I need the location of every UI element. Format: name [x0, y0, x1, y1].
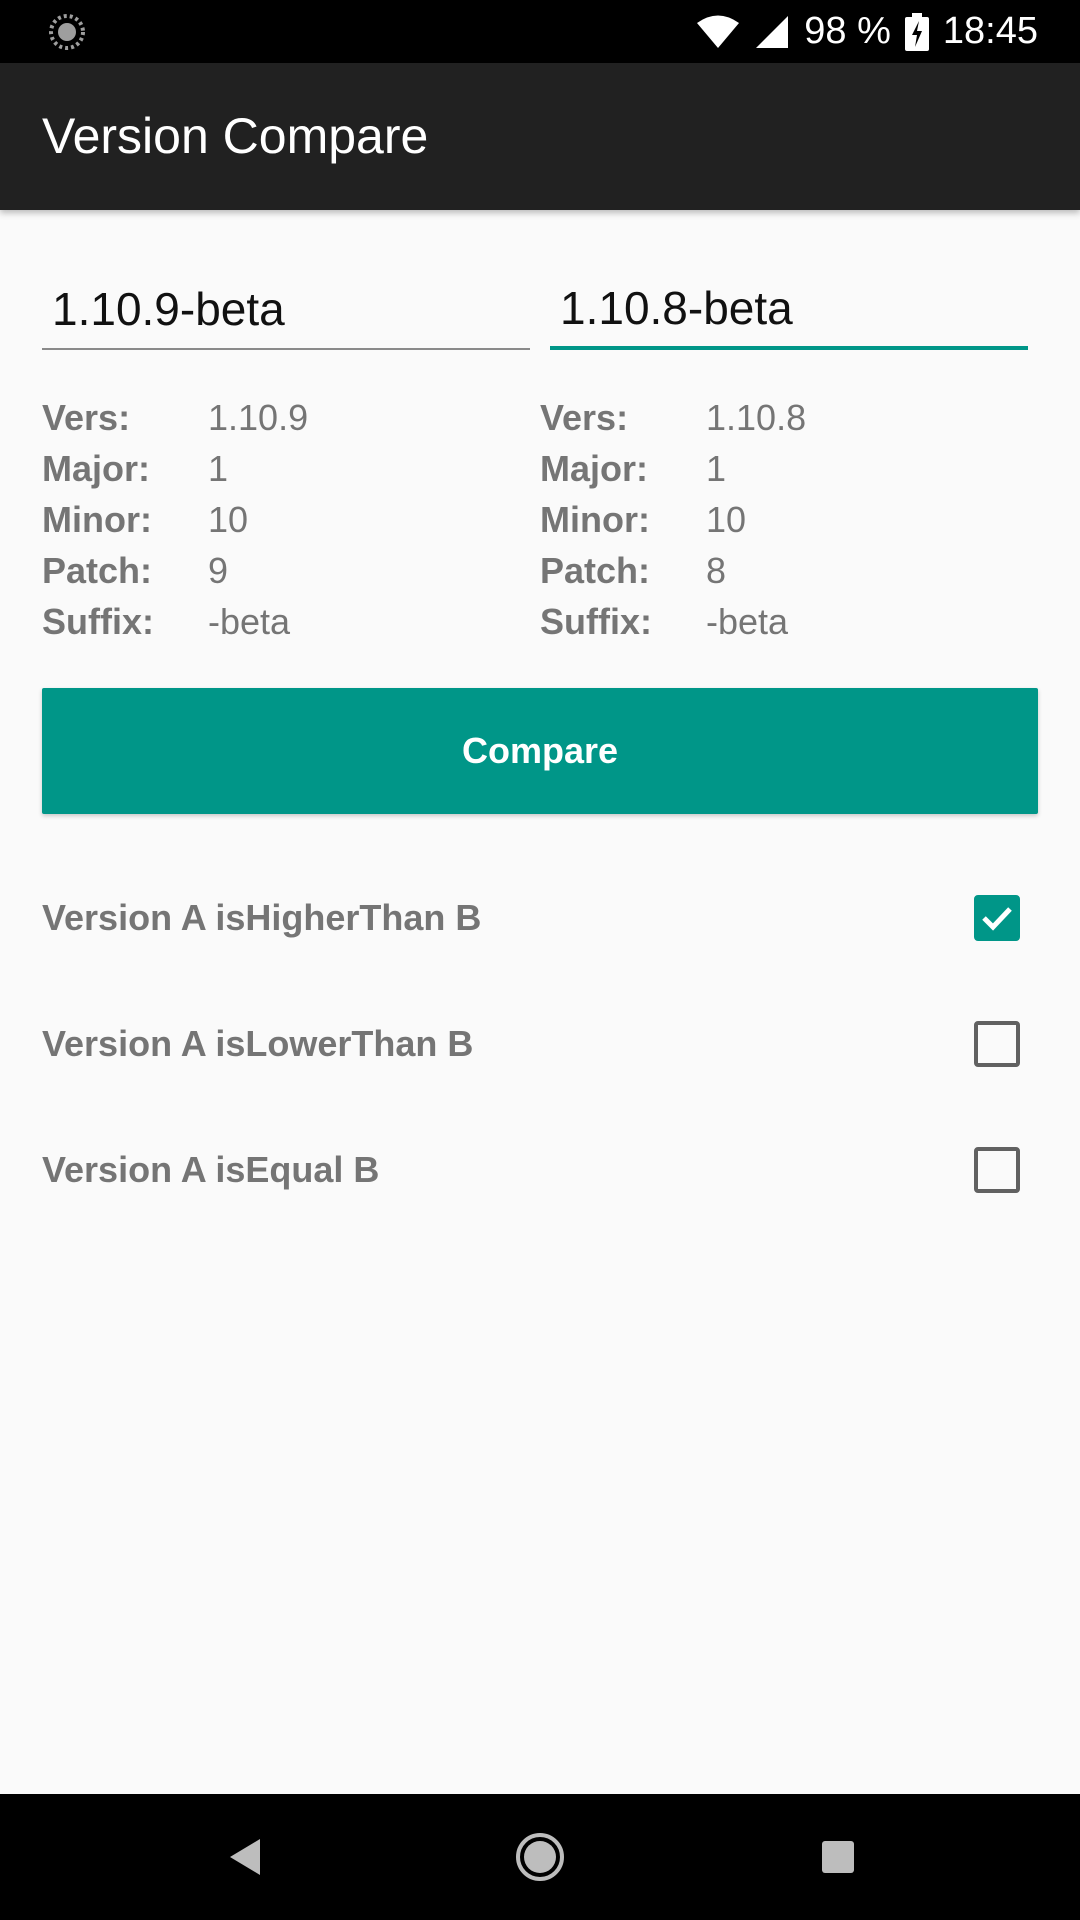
screen: 98 % 18:45 Version Compare Vers: 1.10.9 … — [0, 0, 1080, 1920]
info-value: 1.10.9 — [208, 396, 309, 438]
result-higher-checkbox[interactable] — [974, 895, 1020, 941]
app-bar: Version Compare — [0, 63, 1080, 210]
info-value: 1 — [208, 447, 229, 489]
result-higher-row[interactable]: Version A isHigherThan B — [42, 878, 1038, 958]
navigation-bar — [0, 1794, 1080, 1920]
info-value: 10 — [208, 498, 249, 540]
result-higher-label: Version A isHigherThan B — [42, 897, 482, 938]
info-row-major: Major: 1 — [42, 443, 492, 494]
info-label: Suffix: — [42, 600, 154, 642]
result-lower-row[interactable]: Version A isLowerThan B — [42, 1004, 1038, 1084]
back-icon[interactable] — [218, 1827, 278, 1887]
info-value: 9 — [208, 549, 229, 591]
result-equal-checkbox[interactable] — [974, 1147, 1020, 1193]
info-value: 8 — [706, 549, 727, 591]
version-b-input[interactable] — [550, 270, 1028, 350]
info-row-vers: Vers: 1.10.8 — [540, 392, 990, 443]
info-label: Vers: — [540, 396, 629, 438]
info-value: 10 — [706, 498, 747, 540]
info-label: Suffix: — [540, 600, 652, 642]
info-row-major: Major: 1 — [540, 443, 990, 494]
info-row-patch: Patch: 8 — [540, 545, 990, 596]
info-row-minor: Minor: 10 — [540, 494, 990, 545]
status-bar: 98 % 18:45 — [0, 0, 1080, 63]
info-label: Patch: — [540, 549, 651, 591]
result-equal-label: Version A isEqual B — [42, 1149, 380, 1190]
status-time: 18:45 — [942, 10, 1038, 52]
result-lower-label: Version A isLowerThan B — [42, 1023, 474, 1064]
battery-percent: 98 % — [804, 10, 891, 52]
version-b-info: Vers: 1.10.8 Major: 1 Minor: 10 Patch: 8… — [540, 392, 990, 647]
info-row-patch: Patch: 9 — [42, 545, 492, 596]
app-title: Version Compare — [42, 108, 429, 164]
info-row-suffix: Suffix: -beta — [540, 596, 990, 647]
checkmark-icon — [982, 907, 1012, 931]
info-value: -beta — [208, 600, 291, 642]
info-value: 1 — [706, 447, 727, 489]
info-value: 1.10.8 — [706, 396, 807, 438]
info-label: Minor: — [540, 498, 650, 540]
info-label: Vers: — [42, 396, 131, 438]
home-icon[interactable] — [510, 1827, 570, 1887]
info-label: Minor: — [42, 498, 152, 540]
version-a-input[interactable] — [42, 270, 530, 350]
info-label: Patch: — [42, 549, 153, 591]
compare-button[interactable]: Compare — [42, 688, 1038, 814]
info-row-vers: Vers: 1.10.9 — [42, 392, 492, 443]
result-equal-row[interactable]: Version A isEqual B — [42, 1130, 1038, 1210]
info-row-minor: Minor: 10 — [42, 494, 492, 545]
recent-apps-icon[interactable] — [808, 1827, 868, 1887]
info-label: Major: — [540, 447, 648, 489]
signal-icon — [756, 15, 789, 48]
info-row-suffix: Suffix: -beta — [42, 596, 492, 647]
info-value: -beta — [706, 600, 789, 642]
loading-icon — [49, 14, 85, 50]
info-label: Major: — [42, 447, 150, 489]
version-a-info: Vers: 1.10.9 Major: 1 Minor: 10 Patch: 9… — [42, 392, 492, 647]
wifi-icon — [697, 15, 740, 48]
battery-charging-icon — [904, 12, 929, 51]
result-lower-checkbox[interactable] — [974, 1021, 1020, 1067]
